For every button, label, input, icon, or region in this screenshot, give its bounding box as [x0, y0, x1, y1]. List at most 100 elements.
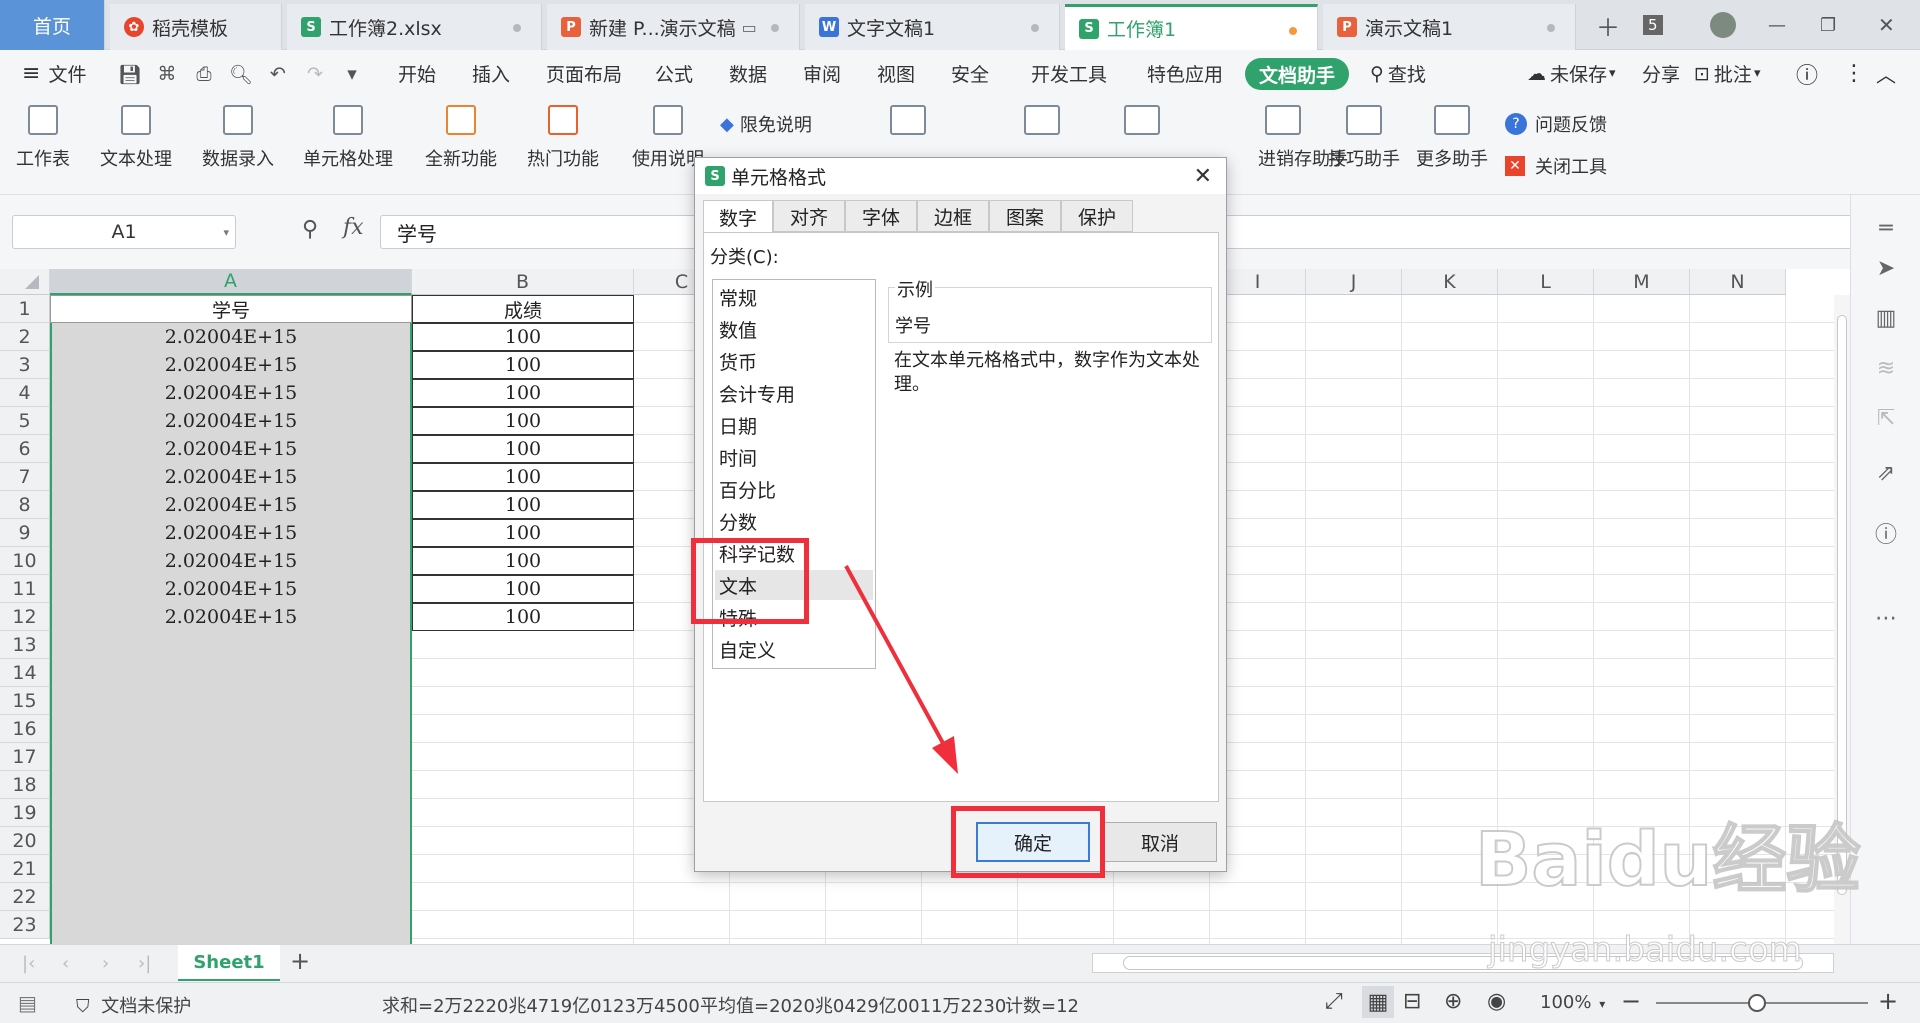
- category-item[interactable]: 常规: [715, 282, 873, 312]
- tab-close-dot[interactable]: [1547, 24, 1555, 32]
- redo-icon[interactable]: ↷: [303, 62, 327, 86]
- menu-review[interactable]: 审阅: [803, 50, 841, 97]
- zoom-out-icon[interactable]: −: [1621, 987, 1641, 1015]
- ribbon-worksheet[interactable]: 工作表: [16, 105, 70, 171]
- protection-status[interactable]: ⛉ 文档未保护: [76, 992, 191, 1018]
- row-header[interactable]: 22: [0, 883, 50, 911]
- share-button[interactable]: 分享: [1642, 50, 1680, 97]
- category-item[interactable]: 货币: [715, 346, 873, 376]
- cell-score[interactable]: 100: [412, 519, 634, 547]
- zoom-slider-thumb[interactable]: [1748, 994, 1766, 1012]
- add-sheet-icon[interactable]: +: [290, 947, 310, 975]
- category-item[interactable]: 时间: [715, 442, 873, 472]
- row-header[interactable]: 1: [0, 295, 50, 323]
- menu-view[interactable]: 视图: [877, 50, 915, 97]
- tab-alignment[interactable]: 对齐: [773, 200, 845, 232]
- ribbon-new-features[interactable]: 全新功能: [425, 105, 497, 171]
- cell-id[interactable]: 2.02004E+15: [50, 323, 412, 351]
- annotate-button[interactable]: ⊡ 批注 ▾: [1694, 50, 1760, 97]
- tab-font[interactable]: 字体: [845, 200, 917, 232]
- row-header[interactable]: 17: [0, 743, 50, 771]
- sliders-icon[interactable]: ≋: [1873, 355, 1899, 381]
- page-break-view-icon[interactable]: ⊟: [1403, 989, 1421, 1014]
- row-header[interactable]: 5: [0, 407, 50, 435]
- ribbon-feedback[interactable]: ? 问题反馈: [1505, 111, 1607, 137]
- row-header[interactable]: 19: [0, 799, 50, 827]
- panel-collapse-icon[interactable]: ═: [1873, 215, 1899, 241]
- row-header[interactable]: 23: [0, 911, 50, 939]
- column-header[interactable]: M: [1594, 269, 1690, 295]
- ribbon-helper-1[interactable]: [890, 105, 926, 145]
- tab-word-doc[interactable]: W 文字文稿1: [805, 4, 1060, 50]
- cell-id[interactable]: 2.02004E+15: [50, 575, 412, 603]
- row-header[interactable]: 21: [0, 855, 50, 883]
- ribbon-more-helpers[interactable]: 更多助手: [1416, 105, 1488, 171]
- tab-close-dot[interactable]: [513, 24, 521, 32]
- cell-id[interactable]: 2.02004E+15: [50, 547, 412, 575]
- row-header[interactable]: 13: [0, 631, 50, 659]
- row-header[interactable]: 2: [0, 323, 50, 351]
- print-preview-icon[interactable]: 🔍︎: [229, 62, 253, 86]
- category-item[interactable]: 百分比: [715, 474, 873, 504]
- quick-access-dropdown-icon[interactable]: ▾: [340, 62, 364, 86]
- function-icon[interactable]: fx: [343, 215, 364, 240]
- export-icon[interactable]: ⇱: [1873, 405, 1899, 431]
- row-header[interactable]: 4: [0, 379, 50, 407]
- select-all-corner[interactable]: [0, 269, 50, 295]
- ribbon-data-entry[interactable]: 数据录入: [202, 105, 274, 171]
- collapse-ribbon-icon[interactable]: ︿: [1876, 50, 1896, 97]
- search-button[interactable]: ⚲ 查找: [1370, 50, 1426, 97]
- chart-icon[interactable]: ▥: [1873, 305, 1899, 331]
- ribbon-disclaimer[interactable]: ◆ 限免说明: [720, 111, 812, 137]
- eye-protection-icon[interactable]: ◉: [1487, 989, 1506, 1014]
- row-header[interactable]: 3: [0, 351, 50, 379]
- cancel-button[interactable]: 取消: [1103, 822, 1217, 862]
- row-header[interactable]: 10: [0, 547, 50, 575]
- ribbon-hr-helper[interactable]: [1124, 105, 1160, 145]
- category-item[interactable]: 日期: [715, 410, 873, 440]
- new-tab-button[interactable]: ＋: [1596, 0, 1620, 50]
- ribbon-hot-features[interactable]: 热门功能: [527, 105, 599, 171]
- row-header[interactable]: 16: [0, 715, 50, 743]
- cell-score[interactable]: 100: [412, 407, 634, 435]
- category-item[interactable]: 会计专用: [715, 378, 873, 408]
- unsaved-status-button[interactable]: ☁ 未保存 ▾: [1527, 50, 1616, 97]
- ribbon-close-tool[interactable]: ✕ 关闭工具: [1505, 153, 1607, 179]
- document-icon[interactable]: ▤: [18, 991, 37, 1015]
- tab-workbook1[interactable]: S 工作簿1: [1065, 4, 1318, 50]
- ribbon-tips-helper[interactable]: 技巧助手: [1328, 105, 1400, 171]
- cell-score[interactable]: 100: [412, 435, 634, 463]
- print-icon[interactable]: ⎙: [192, 62, 216, 86]
- column-header[interactable]: L: [1498, 269, 1594, 295]
- normal-view-icon[interactable]: ▦: [1362, 986, 1394, 1018]
- cell-header-id[interactable]: 学号: [50, 295, 412, 323]
- close-window-button[interactable]: ✕: [1878, 0, 1895, 50]
- cell-score[interactable]: 100: [412, 323, 634, 351]
- tab-count-button[interactable]: 5: [1643, 0, 1663, 50]
- more-options-icon[interactable]: ⋮: [1843, 50, 1865, 97]
- name-box[interactable]: A1 ▾: [12, 215, 236, 249]
- sheet-tab-sheet1[interactable]: Sheet1: [178, 945, 280, 981]
- cell-header-score[interactable]: 成绩: [412, 295, 634, 323]
- tab-border[interactable]: 边框: [917, 200, 989, 232]
- tab-close-dot[interactable]: [1031, 24, 1039, 32]
- minimize-button[interactable]: —: [1768, 0, 1786, 50]
- column-header[interactable]: K: [1402, 269, 1498, 295]
- tab-close-dot[interactable]: [771, 24, 779, 32]
- ribbon-text-processing[interactable]: 文本处理: [100, 105, 172, 171]
- menu-data[interactable]: 数据: [729, 50, 767, 97]
- menu-formula[interactable]: 公式: [655, 50, 693, 97]
- cell-score[interactable]: 100: [412, 491, 634, 519]
- column-header[interactable]: A: [50, 269, 412, 295]
- more-dots-icon[interactable]: ⋯: [1873, 605, 1899, 631]
- row-header[interactable]: 14: [0, 659, 50, 687]
- cell-score[interactable]: 100: [412, 575, 634, 603]
- ribbon-cell-processing[interactable]: 单元格处理: [303, 105, 393, 171]
- cell-id[interactable]: 2.02004E+15: [50, 379, 412, 407]
- row-header[interactable]: 11: [0, 575, 50, 603]
- row-header[interactable]: 8: [0, 491, 50, 519]
- select-pointer-icon[interactable]: ➤: [1873, 255, 1899, 281]
- row-header[interactable]: 12: [0, 603, 50, 631]
- close-icon[interactable]: ✕: [1194, 164, 1212, 189]
- cell-id[interactable]: 2.02004E+15: [50, 407, 412, 435]
